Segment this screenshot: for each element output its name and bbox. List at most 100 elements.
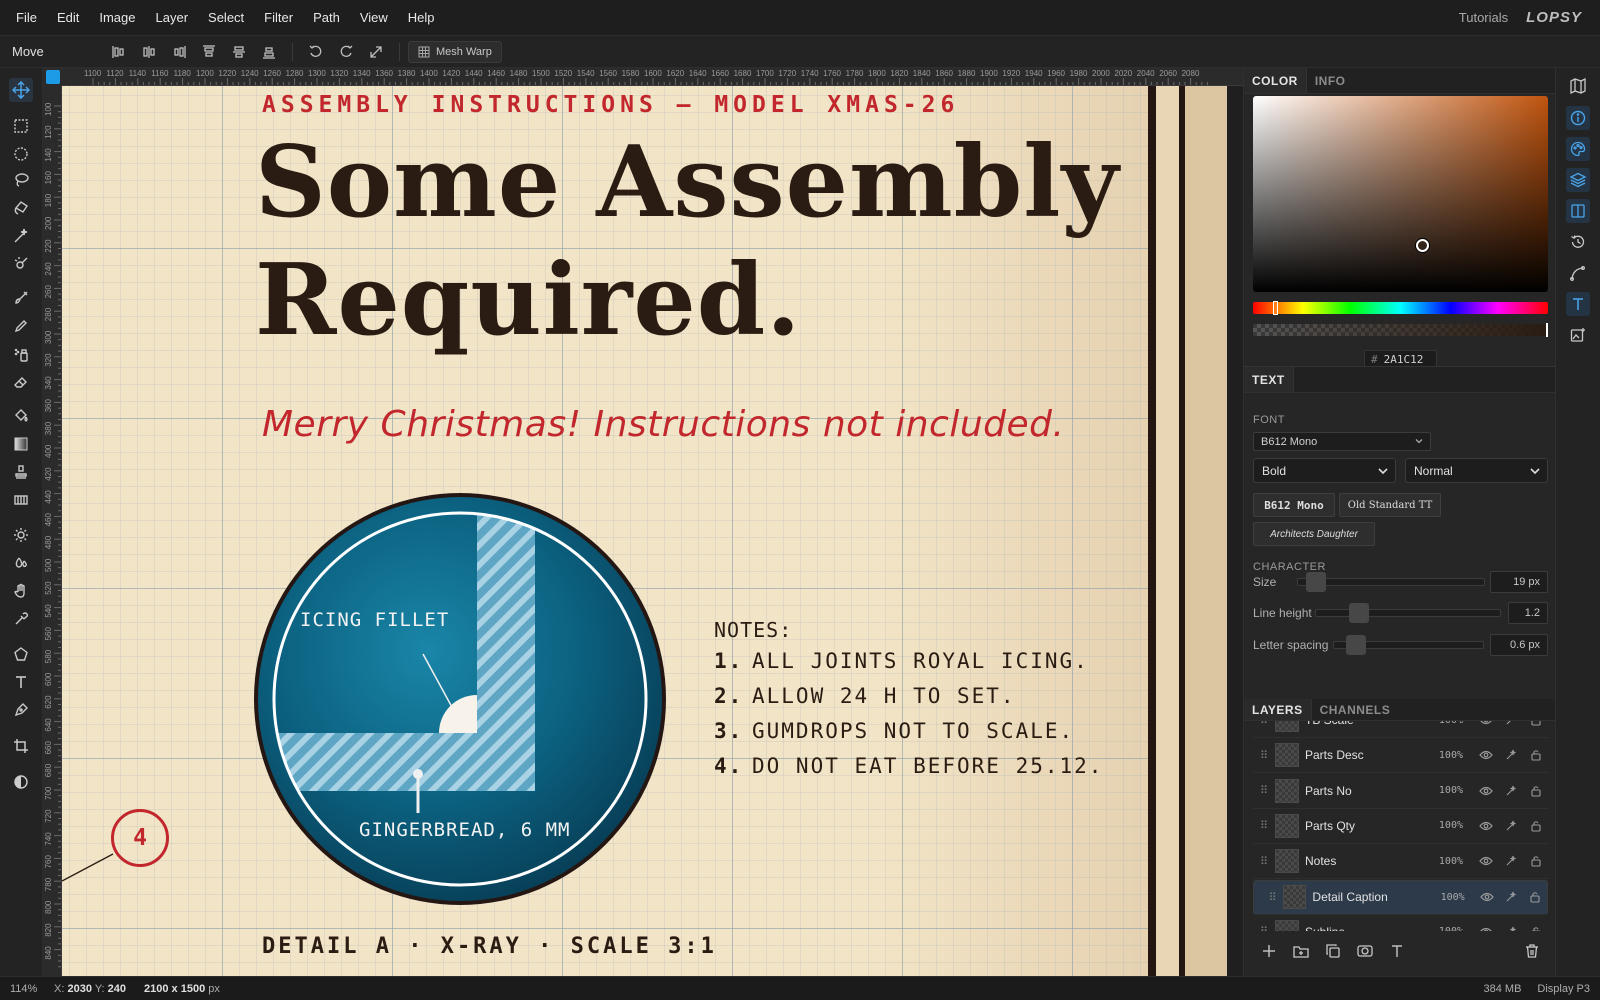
columns-icon[interactable] <box>1566 199 1590 223</box>
rect-select-icon[interactable] <box>9 114 33 138</box>
line-height-slider-knob[interactable] <box>1349 603 1369 623</box>
eye-icon[interactable] <box>1473 721 1498 725</box>
gradient-icon[interactable] <box>9 432 33 456</box>
letter-spacing-slider[interactable] <box>1333 635 1484 655</box>
menu-select[interactable]: Select <box>198 10 254 25</box>
doc-kicker[interactable]: ASSEMBLY INSTRUCTIONS — MODEL XMAS-26 <box>262 92 959 118</box>
eye-icon[interactable] <box>1473 821 1498 831</box>
alpha-slider-handle[interactable] <box>1546 323 1548 337</box>
layer-opacity[interactable]: 100% <box>1426 892 1465 903</box>
menu-file[interactable]: File <box>6 10 47 25</box>
font-chip-architects[interactable]: Architects Daughter <box>1253 522 1375 546</box>
pencil-icon[interactable] <box>9 314 33 338</box>
eye-icon[interactable] <box>1473 856 1498 866</box>
color-profile[interactable]: Display P3 <box>1537 983 1590 995</box>
menu-edit[interactable]: Edit <box>47 10 89 25</box>
line-height-input[interactable]: 1.2 <box>1508 602 1548 624</box>
layer-row[interactable]: ⠿ Detail Caption 100% <box>1253 879 1548 915</box>
eye-icon[interactable] <box>1475 892 1499 902</box>
text-tool-icon[interactable] <box>9 670 33 694</box>
eye-icon[interactable] <box>1473 786 1498 796</box>
layer-opacity[interactable]: 100% <box>1423 926 1463 931</box>
lasso-icon[interactable] <box>9 168 33 192</box>
drag-handle-icon[interactable]: ⠿ <box>1253 819 1275 832</box>
trash-icon[interactable] <box>1516 939 1548 963</box>
mask-icon[interactable] <box>1349 939 1381 963</box>
polygon-icon[interactable] <box>9 642 33 666</box>
layer-opacity[interactable]: 100% <box>1423 856 1463 867</box>
tab-info[interactable]: INFO <box>1307 68 1354 93</box>
effects-icon[interactable] <box>1499 891 1523 903</box>
tab-text[interactable]: TEXT <box>1244 367 1294 392</box>
layer-name[interactable]: Notes <box>1305 854 1423 868</box>
align-top-icon[interactable] <box>198 41 220 63</box>
drag-handle-icon[interactable]: ⠿ <box>1253 784 1275 797</box>
text-panel-icon[interactable] <box>1566 292 1590 316</box>
effects-icon[interactable] <box>1498 785 1523 797</box>
menu-image[interactable]: Image <box>89 10 145 25</box>
menu-layer[interactable]: Layer <box>146 10 199 25</box>
tab-layers[interactable]: LAYERS <box>1244 699 1312 720</box>
font-family-select[interactable]: B612 Mono <box>1253 432 1431 451</box>
layer-name[interactable]: TB Scale <box>1305 721 1423 727</box>
text-layer-icon[interactable] <box>1381 939 1413 963</box>
drag-handle-icon[interactable]: ⠿ <box>1262 891 1283 904</box>
doc-title[interactable]: Some Assembly Required. <box>255 124 1119 360</box>
align-vcenter-icon[interactable] <box>228 41 250 63</box>
layers-icon[interactable] <box>1566 168 1590 192</box>
ruler-vertical[interactable]: 100 120 140 160 180 200 220 240 260 280 300 320 340 3… <box>43 86 62 976</box>
menu-view[interactable]: View <box>350 10 398 25</box>
lock-icon[interactable] <box>1523 820 1548 832</box>
drag-handle-icon[interactable]: ⠿ <box>1253 925 1275 931</box>
layer-list[interactable]: ⠿TB Scale100%⠿Parts Desc100%⠿Parts No100… <box>1253 721 1548 931</box>
duplicate-layer-icon[interactable] <box>1317 939 1349 963</box>
polygon-lasso-icon[interactable] <box>9 196 33 220</box>
layer-name[interactable]: Parts No <box>1305 784 1423 798</box>
font-chip-old-standard[interactable]: Old Standard TT <box>1339 493 1441 517</box>
dodge-icon[interactable] <box>9 523 33 547</box>
tab-color[interactable]: COLOR <box>1244 68 1307 93</box>
align-hcenter-icon[interactable] <box>138 41 160 63</box>
mesh-warp-button[interactable]: Mesh Warp <box>408 40 502 63</box>
size-slider-knob[interactable] <box>1306 572 1326 592</box>
paint-bucket-icon[interactable] <box>9 404 33 428</box>
callout-marker[interactable]: 4 <box>111 809 169 867</box>
blur-drop-icon[interactable] <box>9 551 33 575</box>
letter-spacing-slider-knob[interactable] <box>1346 635 1366 655</box>
add-layer-icon[interactable] <box>1253 939 1285 963</box>
layer-name[interactable]: Parts Qty <box>1305 819 1423 833</box>
crop-icon[interactable] <box>9 734 33 758</box>
rotate-right-icon[interactable] <box>335 41 357 63</box>
stamp-icon[interactable] <box>9 460 33 484</box>
eyedropper-icon[interactable] <box>9 607 33 631</box>
lock-icon[interactable] <box>1523 855 1548 867</box>
new-group-icon[interactable] <box>1285 939 1317 963</box>
layer-row[interactable]: ⠿ Parts Desc 100% <box>1253 738 1548 774</box>
layer-opacity[interactable]: 100% <box>1423 721 1463 726</box>
quick-select-icon[interactable] <box>9 252 33 276</box>
detail-xray-circle[interactable]: ICING FILLET GINGERBREAD, 6 MM <box>252 491 668 907</box>
ruler-horizontal[interactable]: 1100 1120 1140 1160 1180 1200 1220 1240 1260 1280… <box>62 68 1243 86</box>
layer-name[interactable]: Subline <box>1305 925 1423 931</box>
tab-channels[interactable]: CHANNELS <box>1312 699 1399 720</box>
effects-icon[interactable] <box>1498 721 1523 726</box>
move-tool-icon[interactable] <box>9 78 33 102</box>
color-field-handle[interactable] <box>1416 239 1429 252</box>
effects-icon[interactable] <box>1498 820 1523 832</box>
zoom-level[interactable]: 114% <box>0 983 44 995</box>
pattern-icon[interactable] <box>9 488 33 512</box>
menu-help[interactable]: Help <box>398 10 445 25</box>
contrast-icon[interactable] <box>9 770 33 794</box>
brush-icon[interactable] <box>9 286 33 310</box>
align-right-icon[interactable] <box>168 41 190 63</box>
pen-tool-icon[interactable] <box>9 698 33 722</box>
lock-icon[interactable] <box>1523 891 1547 903</box>
lock-icon[interactable] <box>1523 926 1548 931</box>
doc-subline[interactable]: Merry Christmas! Instructions not includ… <box>262 404 1064 445</box>
effects-icon[interactable] <box>1498 926 1523 931</box>
ellipse-select-icon[interactable] <box>9 142 33 166</box>
layer-row[interactable]: ⠿ Parts No 100% <box>1253 774 1548 809</box>
layer-row[interactable]: ⠿ Subline100% <box>1253 915 1548 931</box>
history-icon[interactable] <box>1566 230 1590 254</box>
hue-slider[interactable] <box>1253 301 1548 315</box>
